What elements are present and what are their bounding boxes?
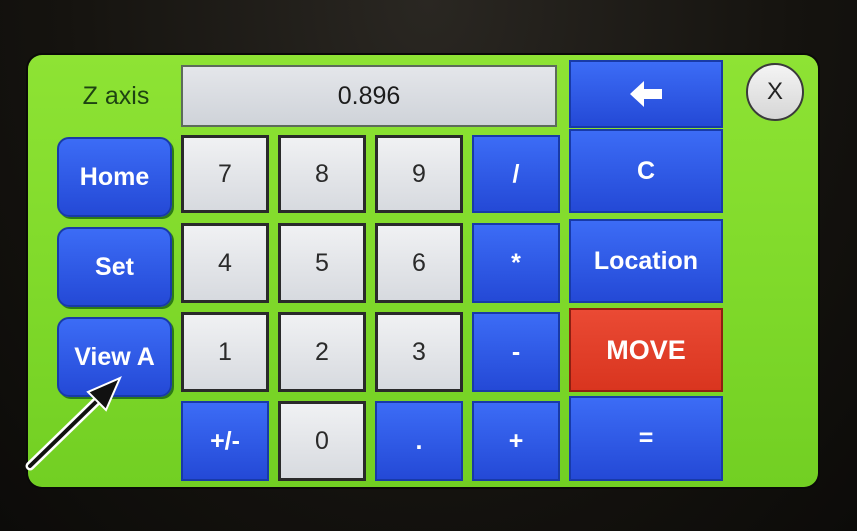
pointer-arrow-icon: [25, 376, 122, 471]
